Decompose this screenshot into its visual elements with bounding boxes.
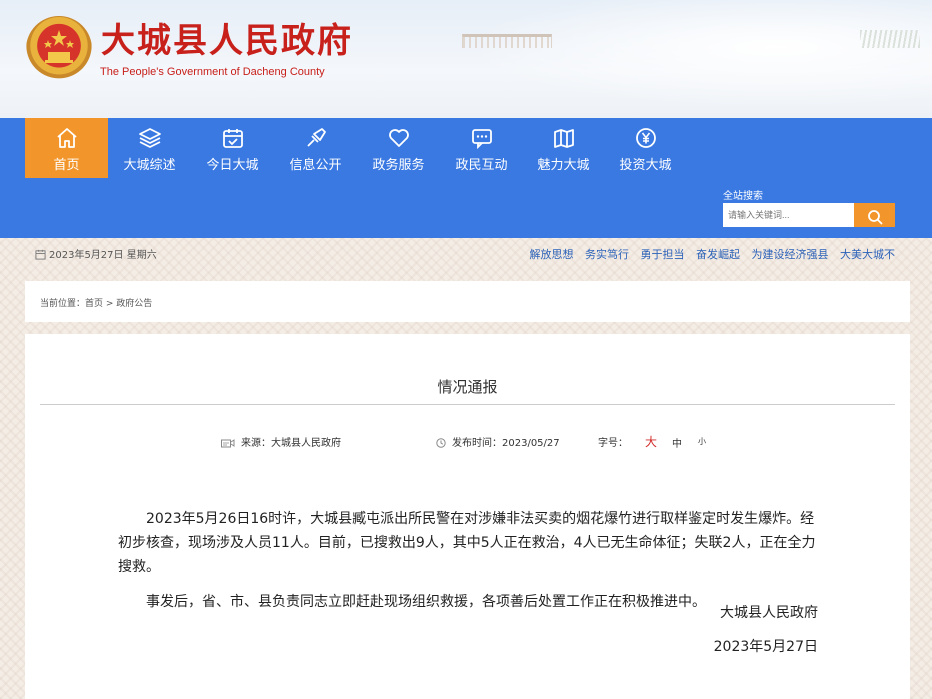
title-divider bbox=[40, 404, 895, 405]
nav-item-gov-services[interactable]: 政务服务 bbox=[357, 118, 440, 178]
article-paragraph: 事发后，省、市、县负责同志立即赶赴现场组织救援，各项善后处置工作正在积极推进中。 bbox=[146, 594, 706, 610]
article-body: 2023年5月26日16时许，大城县臧屯派出所民警在对涉嫌非法买卖的烟花爆竹进行… bbox=[118, 507, 825, 625]
source-icon bbox=[221, 439, 235, 448]
source-value: 大城县人民政府 bbox=[271, 438, 341, 449]
search-button[interactable] bbox=[854, 203, 895, 227]
time-label: 发布时间： bbox=[452, 438, 502, 449]
article-source: 来源：大城县人民政府 bbox=[221, 434, 341, 449]
nav-item-info-disclosure[interactable]: 信息公开 bbox=[274, 118, 357, 178]
font-size-large-button[interactable]: 大 bbox=[645, 433, 657, 450]
nav-item-home[interactable]: 首页 bbox=[25, 118, 108, 178]
slogan-link[interactable]: 奋发崛起 bbox=[696, 248, 740, 261]
nav-item-label: 信息公开 bbox=[289, 157, 342, 172]
search-input[interactable] bbox=[723, 203, 854, 227]
font-size-label: 字号： bbox=[598, 438, 628, 449]
nav-item-label: 今日大城 bbox=[206, 157, 259, 172]
tree-silhouette bbox=[860, 30, 920, 48]
breadcrumb-panel: 当前位置：首页 > 政府公告 bbox=[25, 281, 910, 322]
article-signature: 大城县人民政府 bbox=[720, 605, 818, 621]
slogan-links: 解放思想 务实笃行 勇于担当 奋发崛起 为建设经济强县 大美大城不 bbox=[522, 246, 896, 262]
font-size-medium-button[interactable]: 中 bbox=[672, 435, 682, 450]
chat-icon bbox=[471, 129, 492, 150]
search-icon bbox=[867, 210, 882, 225]
nav-item-label: 魅力大城 bbox=[537, 157, 590, 172]
article-panel: 情况通报 来源：大城县人民政府 发布时间：2023/05/27 字号： 大 中 … bbox=[25, 334, 910, 699]
header-banner: 大城县人民政府 The People's Government of Dache… bbox=[0, 0, 932, 118]
slogan-link[interactable]: 大美大城不 bbox=[840, 248, 895, 261]
search-label: 全站搜索 bbox=[723, 191, 763, 202]
site-subtitle: The People's Government of Dacheng Count… bbox=[100, 66, 325, 78]
slogan-link[interactable]: 务实笃行 bbox=[585, 248, 629, 261]
calendar-small-icon bbox=[35, 249, 46, 260]
breadcrumb-separator: > bbox=[103, 299, 117, 309]
date-text: 2023年5月27日 星期六 bbox=[49, 250, 157, 261]
nav-item-label: 首页 bbox=[53, 157, 80, 172]
current-date: 2023年5月27日 星期六 bbox=[35, 246, 157, 261]
megaphone-icon bbox=[306, 128, 326, 147]
nav-item-label: 政务服务 bbox=[372, 157, 425, 172]
nav-item-interaction[interactable]: 政民互动 bbox=[440, 118, 523, 178]
building-silhouette bbox=[462, 34, 552, 48]
nav-item-label: 政民互动 bbox=[455, 157, 508, 172]
calendar-icon bbox=[222, 129, 243, 148]
breadcrumb: 当前位置：首页 > 政府公告 bbox=[40, 296, 152, 309]
clock-icon bbox=[436, 438, 446, 448]
national-emblem-icon bbox=[26, 16, 92, 82]
article-paragraph: 2023年5月26日16时许，大城县臧屯派出所民警在对涉嫌非法买卖的烟花爆竹进行… bbox=[118, 511, 816, 575]
yen-icon bbox=[635, 128, 656, 148]
banner-background bbox=[412, 0, 932, 118]
article-title: 情况通报 bbox=[437, 378, 498, 396]
slogan-link[interactable]: 解放思想 bbox=[530, 248, 574, 261]
breadcrumb-current-link[interactable]: 政府公告 bbox=[116, 299, 152, 309]
main-navigation: 首页 大城综述 今日大城 信息公开 政务服务 政民互动 魅力大城 投资大城 全站… bbox=[0, 118, 932, 238]
layers-icon bbox=[138, 128, 161, 148]
nav-item-charm[interactable]: 魅力大城 bbox=[522, 118, 605, 178]
nav-item-label: 投资大城 bbox=[619, 157, 672, 172]
breadcrumb-prefix: 当前位置： bbox=[40, 299, 86, 309]
source-label: 来源： bbox=[241, 438, 271, 449]
home-icon bbox=[56, 128, 77, 148]
slogan-link[interactable]: 为建设经济强县 bbox=[752, 248, 829, 261]
font-size-small-button[interactable]: 小 bbox=[698, 436, 706, 447]
heart-icon bbox=[388, 129, 409, 147]
time-value: 2023/05/27 bbox=[502, 438, 560, 449]
nav-item-today[interactable]: 今日大城 bbox=[191, 118, 274, 178]
site-title: 大城县人民政府 bbox=[101, 21, 353, 61]
slogan-link[interactable]: 勇于担当 bbox=[641, 248, 685, 261]
nav-item-overview[interactable]: 大城综述 bbox=[108, 118, 191, 178]
map-icon bbox=[553, 129, 574, 148]
info-bar: 2023年5月27日 星期六 解放思想 务实笃行 勇于担当 奋发崛起 为建设经济… bbox=[25, 238, 907, 268]
nav-item-investment[interactable]: 投资大城 bbox=[604, 118, 687, 178]
article-sign-date: 2023年5月27日 bbox=[713, 639, 818, 655]
article-publish-time: 发布时间：2023/05/27 bbox=[436, 434, 560, 449]
breadcrumb-home-link[interactable]: 首页 bbox=[85, 299, 103, 309]
nav-item-label: 大城综述 bbox=[123, 157, 176, 172]
